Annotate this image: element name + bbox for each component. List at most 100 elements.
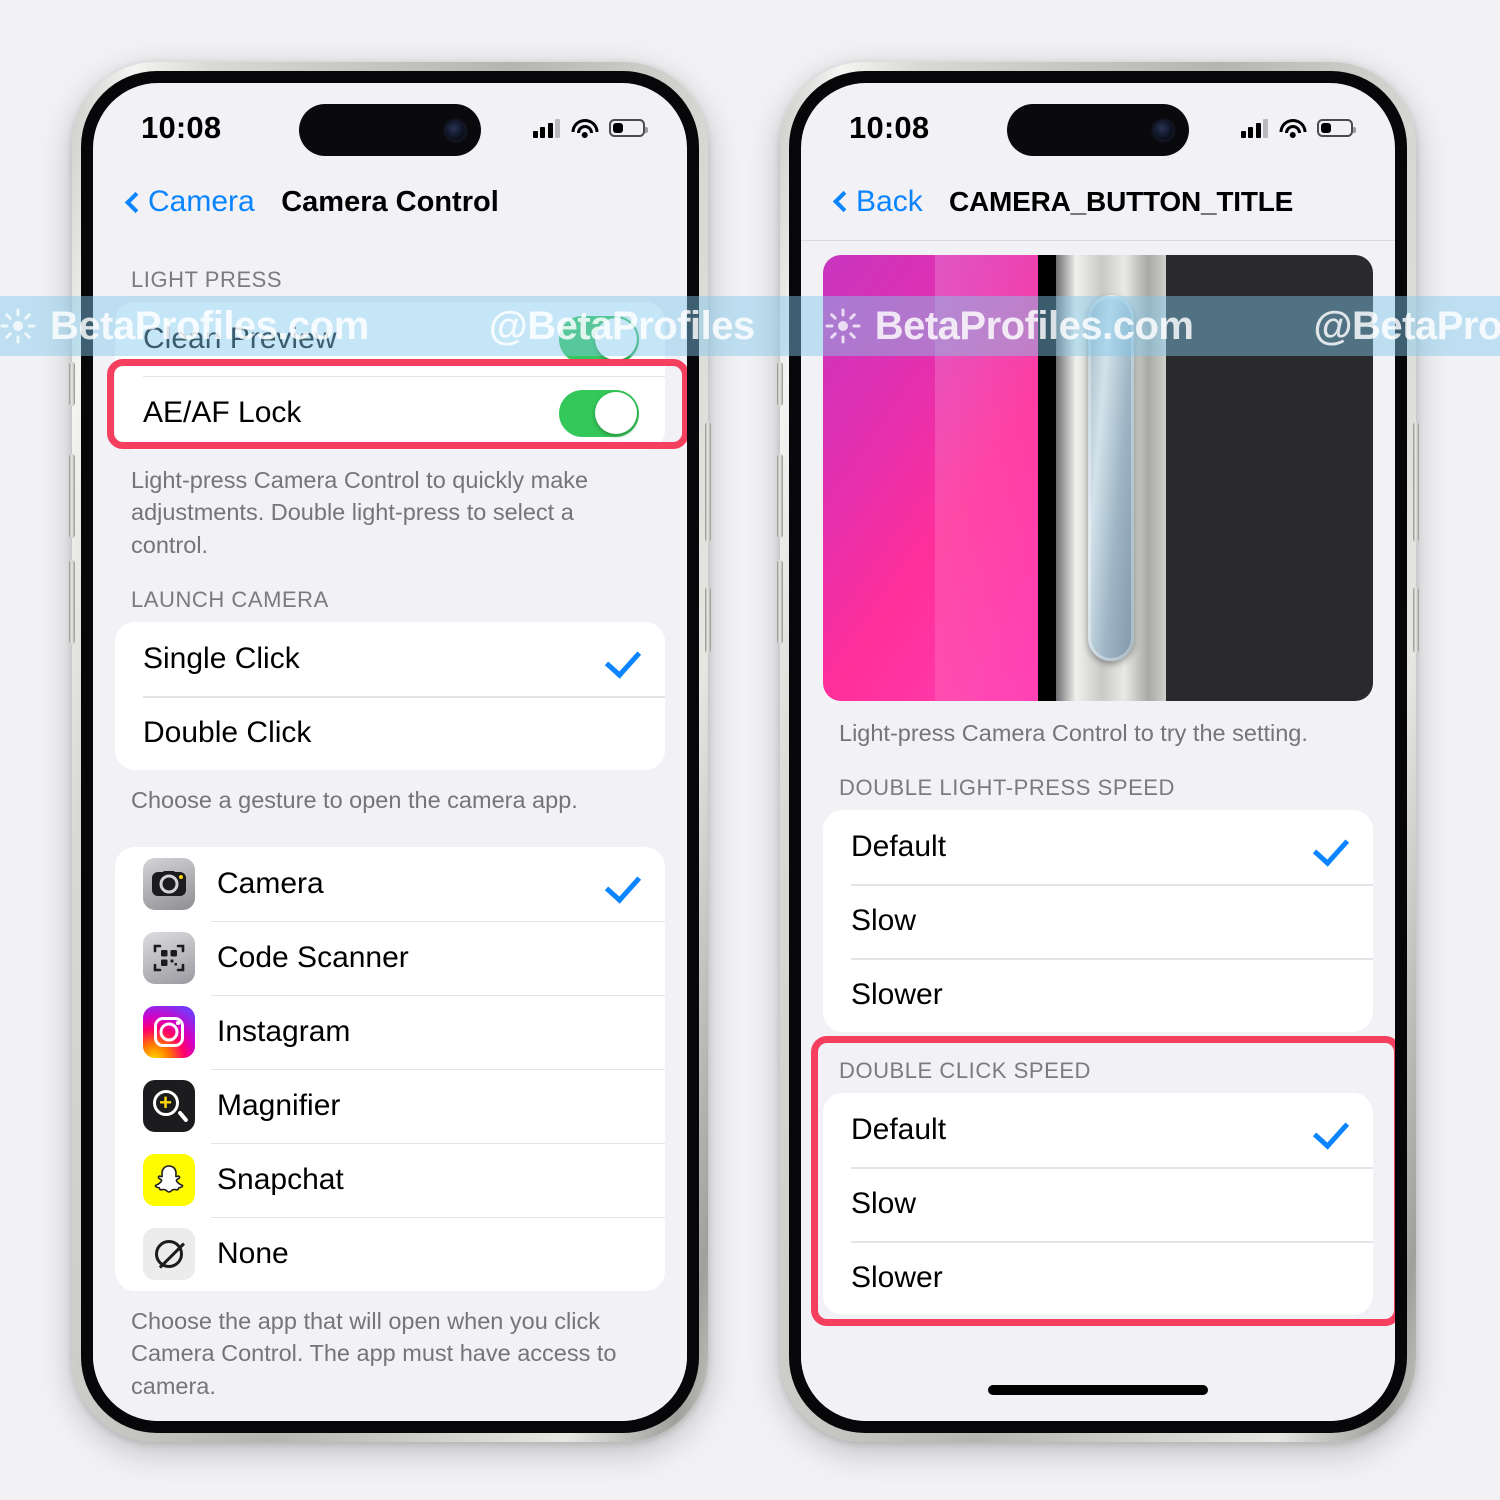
- nav-bar-left: Camera Camera Control: [93, 163, 687, 241]
- row-label: Snapchat: [217, 1162, 344, 1196]
- volume-down-button[interactable]: [69, 560, 75, 644]
- row-click-slow[interactable]: Slow: [823, 1167, 1373, 1242]
- illustration-dark-gap: [1037, 255, 1057, 701]
- toggle-knob: [594, 318, 637, 360]
- snapchat-app-icon: [143, 1153, 195, 1206]
- row-app-instagram[interactable]: Instagram: [115, 994, 665, 1069]
- checkmark-icon: [1313, 830, 1347, 864]
- checkmark-icon: [1313, 1113, 1347, 1147]
- wifi-icon: [1279, 118, 1306, 138]
- row-click-slower[interactable]: Slower: [823, 1241, 1373, 1316]
- row-clean-preview[interactable]: Clean Preview: [115, 302, 665, 376]
- screen-left: 10:08 Camera Camera Control LIGHT PRESS …: [93, 83, 687, 1421]
- magnifier-app-icon: [143, 1079, 195, 1132]
- iphone-device-right: 10:08 Back CAMERA_BUTTON_TITLE Light-pre…: [777, 62, 1419, 1442]
- row-app-snapchat[interactable]: Snapchat: [115, 1142, 665, 1217]
- checkmark-icon: [605, 867, 639, 901]
- volume-up-button[interactable]: [777, 454, 783, 538]
- wifi-icon: [571, 118, 598, 138]
- row-label: Code Scanner: [217, 940, 409, 974]
- row-ae-af-lock[interactable]: AE/AF Lock: [115, 376, 665, 450]
- group-double-light-press-speed: Default Slow Slower: [823, 810, 1373, 1033]
- device-bezel-right: 10:08 Back CAMERA_BUTTON_TITLE Light-pre…: [789, 71, 1407, 1433]
- row-double-click[interactable]: Double Click: [115, 696, 665, 771]
- row-label: Clean Preview: [143, 322, 337, 355]
- front-camera-lens-icon: [1154, 120, 1173, 140]
- signal-bars-icon: [1240, 118, 1268, 138]
- clean-preview-toggle[interactable]: [559, 315, 639, 363]
- footnote-launch-camera: Choose a gesture to open the camera app.: [131, 787, 578, 814]
- mute-button[interactable]: [777, 362, 783, 406]
- ae-af-lock-toggle[interactable]: [559, 389, 639, 437]
- none-prohibited-icon: [143, 1227, 195, 1280]
- settings-list-left[interactable]: LIGHT PRESS Clean Preview AE/AF Lock Lig…: [93, 241, 687, 1421]
- mute-button[interactable]: [69, 362, 75, 406]
- group-camera-apps: Camera Code Scanner Instagram + Magnifie…: [115, 846, 665, 1291]
- row-speed-slower[interactable]: Slower: [823, 958, 1373, 1033]
- row-speed-default[interactable]: Default: [823, 810, 1373, 885]
- page-title: CAMERA_BUTTON_TITLE: [949, 185, 1294, 217]
- row-label: Single Click: [143, 642, 300, 676]
- row-label: None: [217, 1236, 289, 1270]
- illustration-dark-pane: [1166, 255, 1373, 701]
- side-power-button[interactable]: [1413, 422, 1419, 542]
- illustration-metal-frame: [1056, 255, 1167, 701]
- signal-bars-icon: [532, 118, 560, 138]
- row-label: AE/AF Lock: [143, 396, 302, 429]
- toggle-knob: [594, 392, 637, 434]
- status-indicators: [1240, 118, 1356, 138]
- row-label: Slower: [851, 1261, 943, 1295]
- home-indicator[interactable]: [988, 1385, 1208, 1395]
- row-label: Slow: [851, 904, 917, 938]
- row-app-magnifier[interactable]: Magnifier: [115, 1068, 665, 1143]
- hero-caption: Light-press Camera Control to try the se…: [839, 720, 1308, 746]
- screen-right: 10:08 Back CAMERA_BUTTON_TITLE Light-pre…: [801, 83, 1395, 1421]
- back-button-label: Camera: [148, 185, 255, 218]
- section-header-light-press: LIGHT PRESS: [131, 267, 283, 292]
- illustration-pink-pane: [823, 255, 1038, 701]
- battery-low-icon: [609, 119, 648, 137]
- qr-code-scanner-app-icon: [143, 931, 195, 984]
- row-app-none[interactable]: None: [115, 1216, 665, 1291]
- settings-list-right[interactable]: Light-press Camera Control to try the se…: [801, 241, 1395, 1421]
- row-click-default[interactable]: Default: [823, 1093, 1373, 1168]
- row-app-code-scanner[interactable]: Code Scanner: [115, 920, 665, 995]
- row-label: Default: [851, 830, 947, 864]
- volume-down-button[interactable]: [777, 560, 783, 644]
- section-header-launch-camera: LAUNCH CAMERA: [131, 587, 329, 613]
- back-button[interactable]: Back: [831, 185, 923, 219]
- row-app-camera[interactable]: Camera: [115, 846, 665, 921]
- camera-app-icon: [143, 857, 195, 910]
- section-header-double-click-speed: DOUBLE CLICK SPEED: [839, 1058, 1091, 1084]
- camera-control-button[interactable]: [1413, 587, 1419, 653]
- row-label: Slow: [851, 1187, 917, 1221]
- screenshot-stage: 10:08 Camera Camera Control LIGHT PRESS …: [0, 0, 1500, 1500]
- back-button-camera[interactable]: Camera: [123, 185, 255, 219]
- nav-bar-right: Back CAMERA_BUTTON_TITLE: [801, 163, 1395, 241]
- dynamic-island: [1007, 104, 1189, 156]
- row-single-click[interactable]: Single Click: [115, 622, 665, 697]
- device-bezel-left: 10:08 Camera Camera Control LIGHT PRESS …: [81, 71, 699, 1433]
- camera-control-button-illustration: [823, 255, 1373, 701]
- checkmark-icon: [605, 642, 639, 676]
- status-bar-right: 10:08: [801, 83, 1395, 163]
- group-launch-camera: Single Click Double Click: [115, 622, 665, 771]
- row-label: Slower: [851, 978, 943, 1012]
- row-label: Instagram: [217, 1014, 351, 1048]
- group-light-press: Clean Preview AE/AF Lock: [115, 302, 665, 450]
- dynamic-island: [299, 104, 481, 156]
- side-power-button[interactable]: [705, 422, 711, 542]
- footnote-light-press: Light-press Camera Control to quickly ma…: [131, 467, 589, 558]
- row-label: Double Click: [143, 716, 312, 750]
- volume-up-button[interactable]: [69, 454, 75, 538]
- status-clock: 10:08: [849, 110, 930, 145]
- battery-low-icon: [1317, 119, 1356, 137]
- row-speed-slow[interactable]: Slow: [823, 884, 1373, 959]
- camera-control-button[interactable]: [705, 587, 711, 653]
- row-label: Default: [851, 1113, 947, 1147]
- camera-control-button-glyph: [1088, 295, 1135, 661]
- status-bar-left: 10:08: [93, 83, 687, 163]
- iphone-device-left: 10:08 Camera Camera Control LIGHT PRESS …: [69, 62, 711, 1442]
- section-header-double-light-press-speed: DOUBLE LIGHT-PRESS SPEED: [839, 775, 1175, 801]
- group-double-click-speed: Default Slow Slower: [823, 1093, 1373, 1316]
